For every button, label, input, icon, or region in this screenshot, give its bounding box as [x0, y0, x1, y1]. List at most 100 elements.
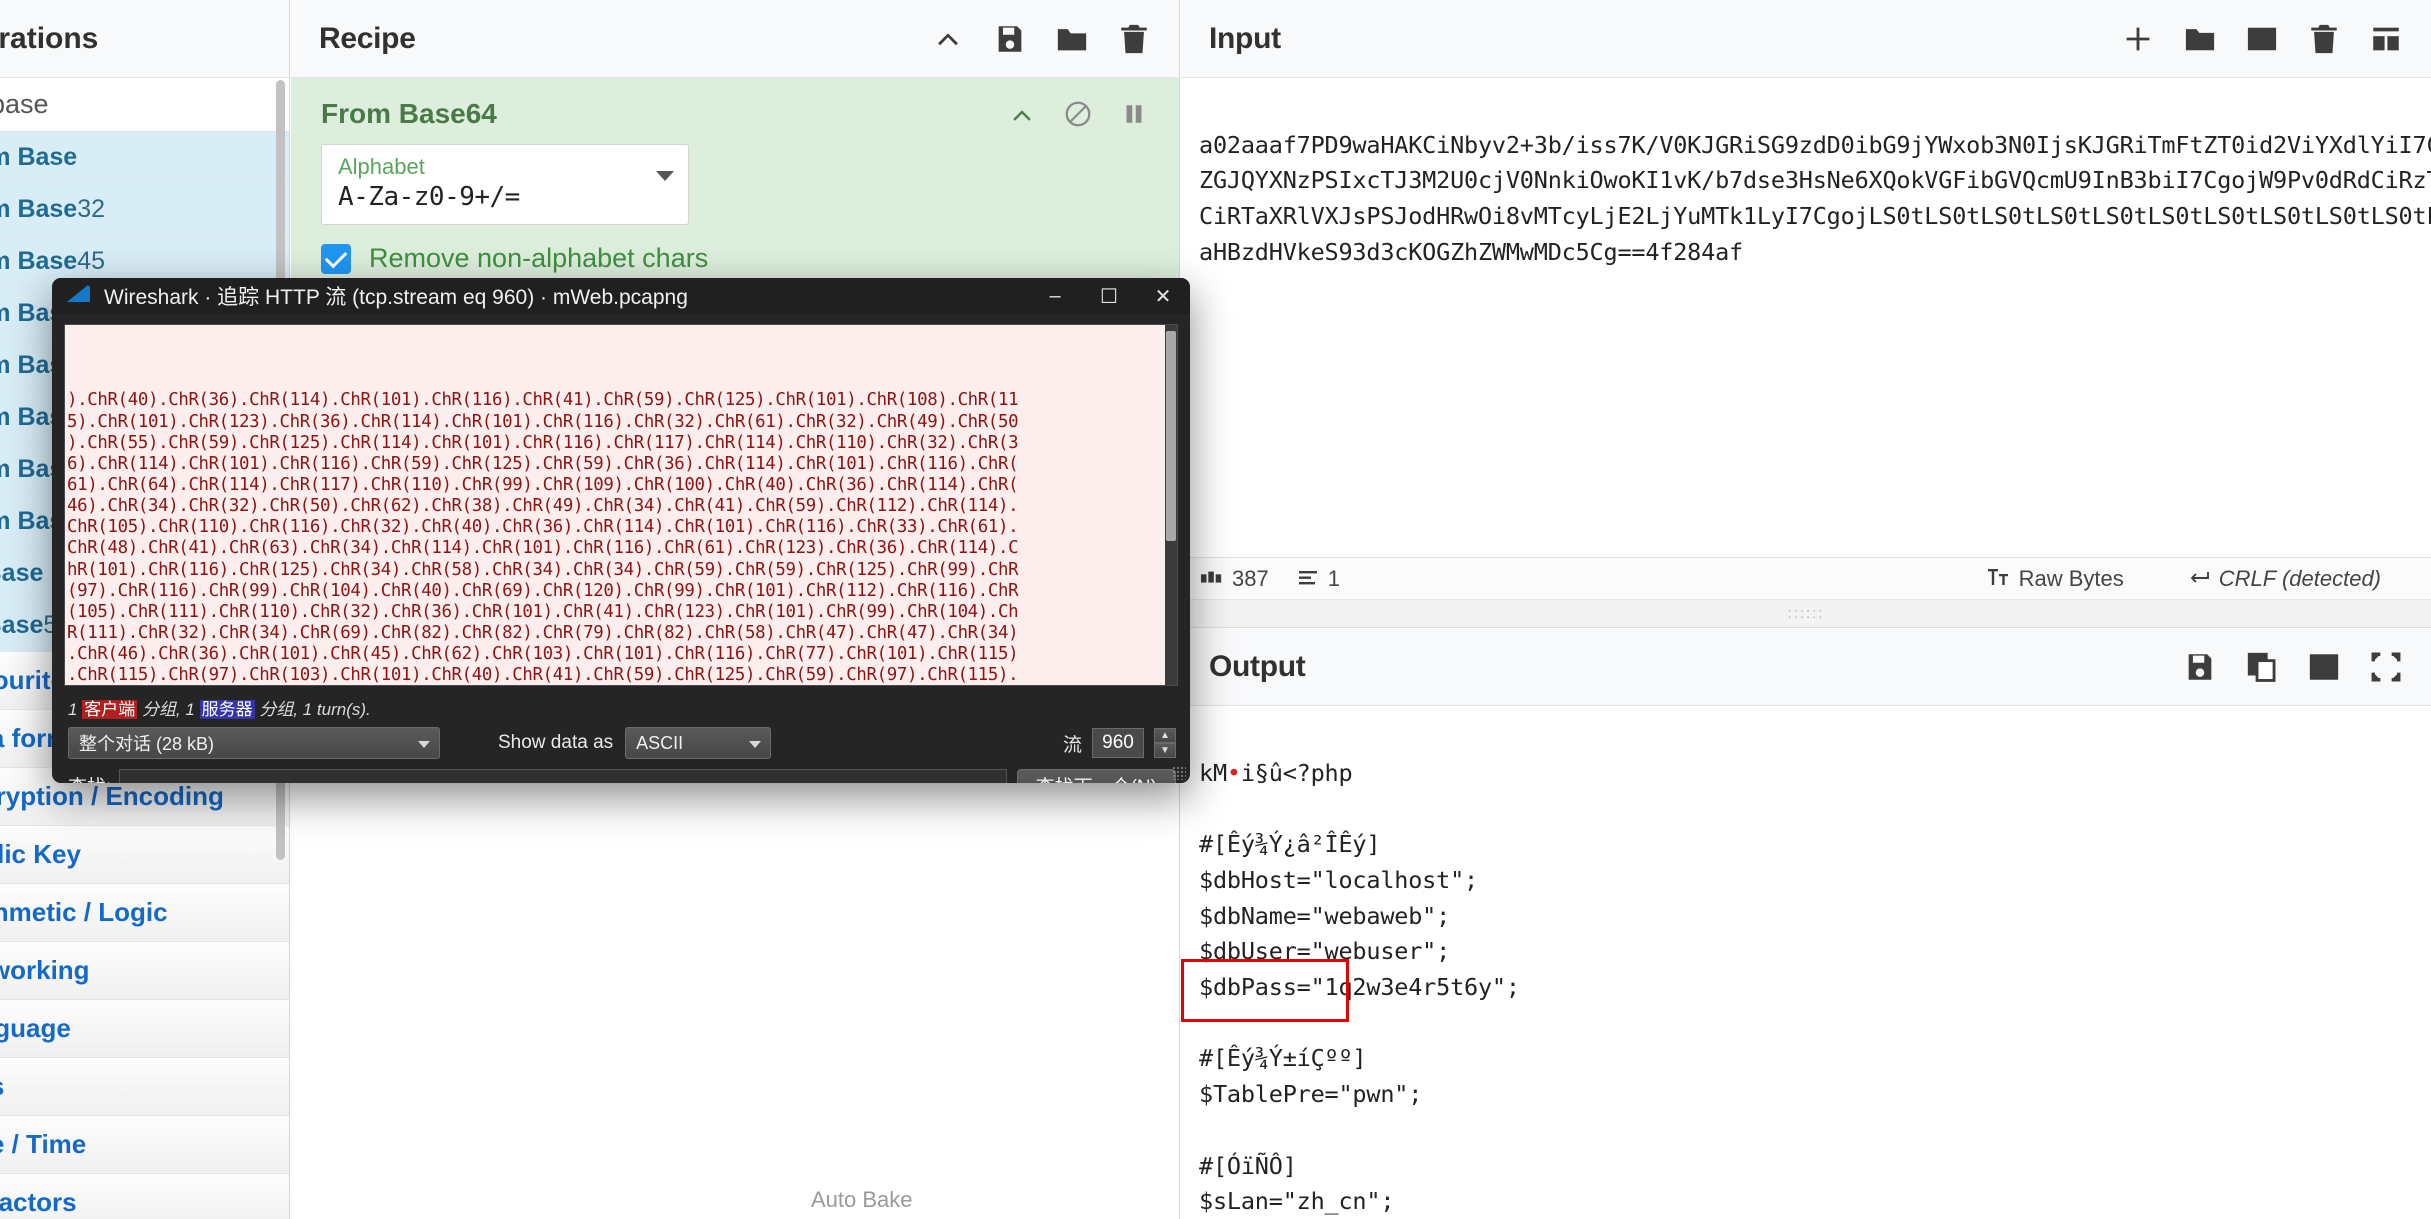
close-button[interactable]: ✕	[1136, 278, 1190, 314]
operations-title: Operations	[0, 0, 289, 78]
trash-icon[interactable]	[1117, 22, 1151, 56]
stream-number-down-button[interactable]: ▼	[1154, 743, 1176, 758]
input-character-encoding-value: Raw Bytes	[2018, 565, 2124, 591]
alphabet-label: Alphabet	[338, 154, 425, 179]
input-line-ending[interactable]: CRLF (detected)	[2188, 566, 2381, 592]
stream-line: (97).ChR(116).ChR(99).ChR(104).ChR(40).C…	[67, 580, 1019, 601]
output-panel: Output kM•i§û<?php #[Êý¾Ý¿â²ÎÊý] $dbHost…	[1181, 627, 2431, 1219]
stream-line: ).ChR(55).ChR(59).ChR(125).ChR(114).ChR(…	[67, 432, 1019, 453]
stream-summary: 1 客户端 分组, 1 服务器 分组, 1 turn(s).	[64, 686, 1178, 727]
category-public-key[interactable]: Public Key	[0, 826, 289, 884]
category-utils[interactable]: Utils	[0, 1058, 289, 1116]
output-line: $sLan="zh_cn";	[1199, 1187, 1395, 1216]
disable-icon[interactable]	[1063, 99, 1093, 129]
pause-icon[interactable]	[1119, 99, 1149, 129]
stream-line: (105).ChR(111).ChR(110).ChR(32).ChR(36).…	[67, 601, 1019, 622]
maximise-icon[interactable]	[2369, 650, 2403, 684]
window-resize-grip[interactable]	[1172, 766, 1186, 780]
stream-scrollbar-thumb[interactable]	[1166, 331, 1176, 541]
conversation-select-value: 整个对话 (28 kB)	[79, 734, 215, 754]
input-text-area[interactable]: a02aaaf7PD9waHAKCiNbyv2+3b/iss7K/V0KJGRi…	[1181, 78, 2431, 306]
auto-bake-label: Auto Bake	[811, 1187, 913, 1212]
stream-number-value[interactable]: 960	[1092, 728, 1144, 758]
operation-item[interactable]: From Base32	[0, 184, 289, 236]
recipe-operation-name: From Base64	[321, 98, 497, 129]
wireshark-stream-content[interactable]: ).ChR(40).ChR(36).ChR(114).ChR(101).ChR(…	[64, 324, 1178, 686]
save-icon[interactable]	[993, 22, 1027, 56]
output-line: #[Êý¾Ý±íÇºº]	[1199, 1044, 1367, 1073]
stream-line: R(111).ChR(32).ChR(34).ChR(69).ChR(82).C…	[67, 622, 1019, 643]
recipe-operation-from-base64: From Base64 Alphabet A-Za-z0-9+/= Remove…	[291, 78, 1179, 307]
folder-open-icon[interactable]	[2183, 22, 2217, 56]
chevron-up-icon[interactable]	[1007, 99, 1037, 129]
operation-item-bold: From Base	[0, 195, 78, 223]
stream-line: 5).ChR(101).ChR(123).ChR(36).ChR(114).Ch…	[67, 411, 1019, 432]
conversation-select[interactable]: 整个对话 (28 kB)	[68, 727, 440, 759]
list-icon[interactable]	[2369, 22, 2403, 56]
find-label: 查找:	[68, 772, 111, 784]
chevron-up-icon[interactable]	[931, 22, 965, 56]
stream-line: ChR(105).ChR(110).ChR(116).ChR(32).ChR(4…	[67, 517, 1019, 538]
show-data-as-label: Show data as	[498, 732, 614, 753]
show-data-as-select[interactable]: ASCII	[625, 727, 772, 759]
input-title-bar: Input	[1181, 0, 2431, 78]
operation-item-bold: To Base	[0, 611, 44, 639]
stream-line: 46).ChR(34).ChR(32).ChR(50).ChR(62).ChR(…	[67, 496, 1019, 517]
category-language[interactable]: Language	[0, 1000, 289, 1058]
stream-scrollbar[interactable]	[1165, 325, 1177, 685]
stream-line: .ChR(46).ChR(36).ChR(101).ChR(45).ChR(62…	[67, 644, 1019, 665]
input-length-value: 387	[1232, 565, 1269, 591]
remove-non-alphabet-chars-row[interactable]: Remove non-alphabet chars	[321, 243, 1149, 274]
credentials-highlight-box	[1181, 959, 1349, 1022]
category-label: Utils	[0, 1071, 4, 1102]
output-text-area[interactable]: kM•i§û<?php #[Êý¾Ý¿â²ÎÊý] $dbHost="local…	[1181, 706, 2431, 1219]
replace-input-icon[interactable]	[2307, 650, 2341, 684]
io-splitter[interactable]: ::::::	[1181, 599, 2431, 627]
alphabet-value: A-Za-z0-9+/=	[338, 181, 520, 212]
lines-icon	[1298, 566, 1319, 592]
stream-number-up-button[interactable]: ▲	[1154, 728, 1176, 743]
category-arithmetic-logic[interactable]: Arithmetic / Logic	[0, 884, 289, 942]
client-tag: 客户端	[82, 700, 138, 719]
operation-item-rest: 32	[77, 195, 106, 223]
show-data-as-value: ASCII	[636, 732, 684, 753]
category-networking[interactable]: Networking	[0, 942, 289, 1000]
operation-item[interactable]: From Base	[0, 132, 289, 184]
splitter-grip: ::::::	[1787, 605, 1825, 622]
output-line: $dbHost="localhost";	[1199, 865, 1478, 894]
input-line: CiRTaXRlVXJsPSJodHRwOi8vMTcyLjE2LjYuMTk1…	[1199, 202, 2431, 231]
stream-number-label: 流	[1062, 734, 1082, 756]
open-folder-as-input-icon[interactable]	[2245, 22, 2279, 56]
folder-icon[interactable]	[1055, 22, 1089, 56]
copy-icon[interactable]	[2245, 650, 2279, 684]
category-label: Date / Time	[0, 1129, 87, 1159]
chevron-down-icon	[749, 741, 762, 748]
wireshark-title: Wireshark · 追踪 HTTP 流 (tcp.stream eq 960…	[104, 286, 688, 309]
alphabet-field[interactable]: Alphabet A-Za-z0-9+/=	[321, 144, 689, 226]
operation-item-bold: From Base	[0, 247, 78, 275]
chevron-down-icon	[418, 741, 430, 748]
output-line: $TablePre="pwn";	[1199, 1080, 1423, 1109]
wireshark-title-bar[interactable]: Wireshark · 追踪 HTTP 流 (tcp.stream eq 960…	[52, 278, 1190, 314]
operations-search-input[interactable]: m base	[0, 78, 289, 132]
category-extractors[interactable]: Extractors	[0, 1174, 289, 1219]
add-icon[interactable]	[2121, 22, 2155, 56]
maximise-button[interactable]: ☐	[1082, 278, 1136, 314]
category-label: Language	[0, 1013, 71, 1043]
trash-icon[interactable]	[2307, 22, 2341, 56]
output-title: Output	[1209, 649, 1306, 683]
stream-line: .ChR(115).ChR(97).ChR(103).ChR(101).ChR(…	[67, 665, 1019, 686]
input-lines-value: 1	[1327, 565, 1340, 591]
abc-icon	[1201, 566, 1223, 592]
find-input[interactable]	[119, 769, 1007, 783]
operations-title-label: Operations	[0, 21, 99, 55]
input-line: a02aaaf7PD9waHAKCiNbyv2+3b/iss7K/V0KJGRi…	[1199, 130, 2431, 159]
save-icon[interactable]	[2183, 650, 2217, 684]
chevron-down-icon[interactable]	[656, 171, 674, 181]
stream-line: ).ChR(40).ChR(36).ChR(114).ChR(101).ChR(…	[67, 390, 1019, 411]
input-character-encoding[interactable]: Raw Bytes	[1987, 565, 2124, 592]
minimise-button[interactable]: –	[1028, 278, 1082, 314]
category-date-time[interactable]: Date / Time	[0, 1116, 289, 1174]
find-next-button[interactable]: 查找下一个(N)	[1016, 769, 1176, 783]
remove-non-alphabet-chars-checkbox[interactable]	[321, 243, 351, 274]
